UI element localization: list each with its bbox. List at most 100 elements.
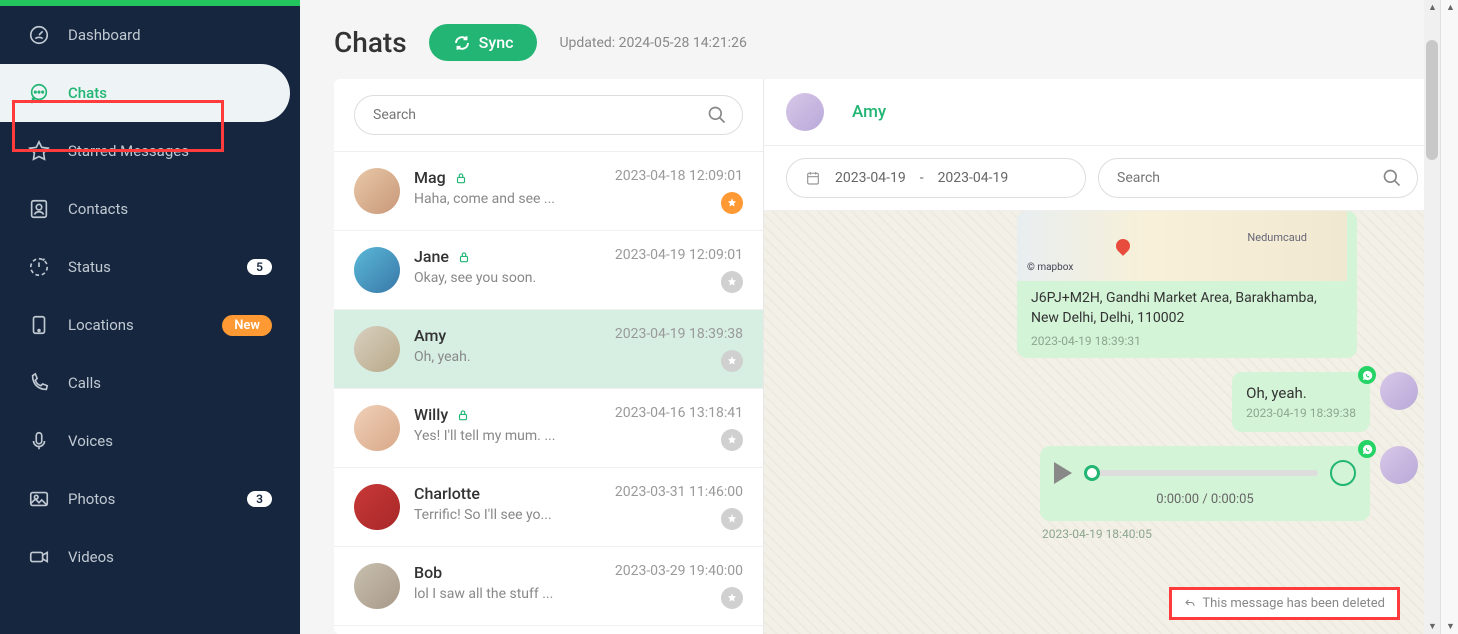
- chat-list[interactable]: Mag Haha, come and see ... 2023-04-18 12:0…: [334, 152, 763, 634]
- chat-item[interactable]: JaneOkay, see you soon.2023-04-19 12:09:…: [334, 231, 763, 310]
- chat-preview: lol I saw all the stuff ...: [414, 586, 584, 602]
- nav-videos[interactable]: Videos: [0, 528, 300, 586]
- nav-label: Dashboard: [68, 26, 141, 44]
- sync-label: Sync: [479, 33, 514, 52]
- nav-voices[interactable]: Voices: [0, 412, 300, 470]
- nav-photos[interactable]: Photos 3: [0, 470, 300, 528]
- audio-duration: 0:00:00 / 0:00:05: [1054, 492, 1356, 507]
- chat-item[interactable]: Willy Yes! I'll tell my mum. ... 2023-04-1…: [334, 389, 763, 468]
- audio-thumb[interactable]: [1084, 465, 1100, 481]
- text-bubble[interactable]: Oh, yeah. 2023-04-19 18:39:38: [1232, 372, 1370, 432]
- message-body: Oh, yeah.: [1246, 384, 1356, 402]
- date-to: 2023-04-19: [938, 170, 1009, 186]
- lock-icon: [456, 408, 470, 422]
- chat-name: Willy: [414, 405, 448, 424]
- chat-preview: Haha, come and see ...: [414, 191, 584, 207]
- nav-status[interactable]: Status 5: [0, 238, 300, 296]
- audio-bubble[interactable]: 0:00:00 / 0:00:05: [1040, 446, 1370, 521]
- chat-item[interactable]: Mag Haha, come and see ... 2023-04-18 12:0…: [334, 152, 763, 231]
- map-attribution: © mapbox: [1027, 262, 1073, 273]
- chat-icon: [28, 82, 50, 104]
- whatsapp-icon: [1358, 440, 1376, 458]
- chat-search-input[interactable]: [354, 95, 743, 135]
- audio-track[interactable]: [1084, 470, 1318, 476]
- chat-name: Bob: [414, 563, 442, 582]
- chat-preview: Oh, yeah.: [414, 349, 584, 365]
- chat-item[interactable]: AmyOh, yeah.2023-04-19 18:39:38: [334, 310, 763, 389]
- chat-name: Charlotte: [414, 484, 480, 503]
- pin-icon[interactable]: [721, 192, 743, 214]
- pin-icon[interactable]: [721, 271, 743, 293]
- location-address: J6PJ+M2H, Gandhi Market Area, Barakhamba…: [1017, 281, 1357, 330]
- chat-detail-panel: Amy 2023-04-19 - 2023-04-19: [764, 79, 1440, 634]
- new-badge: New: [222, 315, 272, 336]
- date-range-picker[interactable]: 2023-04-19 - 2023-04-19: [786, 158, 1086, 198]
- sync-icon: [453, 34, 471, 52]
- nav-label: Photos: [68, 490, 115, 508]
- search-icon: [707, 105, 727, 125]
- nav-starred[interactable]: Starred Messages: [0, 122, 300, 180]
- avatar: [354, 563, 400, 609]
- date-sep: -: [920, 170, 924, 186]
- message-timestamp: 2023-04-19 18:39:38: [1246, 402, 1356, 420]
- message-timestamp: 2023-04-19 18:40:05: [1040, 521, 1370, 541]
- pin-icon[interactable]: [721, 587, 743, 609]
- status-icon: [28, 256, 50, 278]
- star-icon: [28, 140, 50, 162]
- nav-locations[interactable]: Locations New: [0, 296, 300, 354]
- gauge-icon: [28, 24, 50, 46]
- messages-area[interactable]: Nedumcaud © mapbox J6PJ+M2H, Gandhi Mark…: [764, 211, 1440, 634]
- download-button[interactable]: [1330, 460, 1356, 486]
- sync-button[interactable]: Sync: [429, 24, 538, 61]
- detail-contact-name: Amy: [852, 102, 886, 122]
- mic-icon: [28, 430, 50, 452]
- avatar: [1380, 446, 1418, 484]
- main-panel: Chats Sync Updated: 2024-05-28 14:21:26 …: [300, 0, 1458, 634]
- contacts-icon: [28, 198, 50, 220]
- chat-item[interactable]: CharlotteTerrific! So I'll see yo...2023…: [334, 468, 763, 547]
- undo-icon: [1184, 598, 1196, 610]
- chat-preview: Yes! I'll tell my mum. ...: [414, 428, 584, 444]
- pin-icon[interactable]: [721, 508, 743, 530]
- scrollbar-thumb[interactable]: [1426, 40, 1438, 160]
- chat-name: Mag: [414, 168, 446, 187]
- nav-label: Voices: [68, 432, 113, 450]
- outer-scrollbar[interactable]: ▲ ▼: [1440, 0, 1458, 634]
- message-search-input[interactable]: [1098, 158, 1418, 198]
- chat-preview: Okay, see you soon.: [414, 270, 584, 286]
- deleted-message-notice: This message has been deleted: [1169, 587, 1400, 620]
- chat-name: Jane: [414, 247, 449, 266]
- pin-icon[interactable]: [721, 350, 743, 372]
- chat-timestamp: 2023-03-29 19:40:00: [615, 563, 743, 579]
- chat-item[interactable]: Bob lol I saw all the stuff ... 2023-03-29…: [334, 547, 763, 626]
- nav-chats[interactable]: Chats: [0, 64, 290, 122]
- nav-label: Status: [68, 258, 111, 276]
- lock-icon: [457, 250, 471, 264]
- chat-list-panel: Mag Haha, come and see ... 2023-04-18 12:0…: [334, 79, 764, 634]
- location-bubble[interactable]: Nedumcaud © mapbox J6PJ+M2H, Gandhi Mark…: [1017, 211, 1357, 358]
- chat-timestamp: 2023-03-31 11:46:00: [615, 484, 743, 500]
- updated-text: Updated: 2024-05-28 14:21:26: [559, 35, 746, 51]
- chat-timestamp: 2023-04-16 13:18:41: [615, 405, 743, 421]
- video-icon: [28, 546, 50, 568]
- message-location: Nedumcaud © mapbox J6PJ+M2H, Gandhi Mark…: [786, 211, 1418, 358]
- location-icon: [28, 314, 50, 336]
- nav-contacts[interactable]: Contacts: [0, 180, 300, 238]
- nav-label: Contacts: [68, 200, 128, 218]
- nav-calls[interactable]: Calls: [0, 354, 300, 412]
- page-header: Chats Sync Updated: 2024-05-28 14:21:26: [300, 0, 1458, 79]
- chat-timestamp: 2023-04-18 12:09:01: [615, 168, 743, 184]
- avatar: [354, 405, 400, 451]
- avatar: [786, 93, 824, 131]
- content-scrollbar[interactable]: ▲ ▼: [1424, 0, 1440, 634]
- nav-label: Starred Messages: [68, 142, 189, 160]
- avatar: [354, 168, 400, 214]
- play-button[interactable]: [1054, 462, 1072, 484]
- photos-badge: 3: [247, 491, 272, 507]
- deleted-text: This message has been deleted: [1202, 596, 1385, 611]
- message-text: Oh, yeah. 2023-04-19 18:39:38: [786, 372, 1418, 432]
- pin-icon[interactable]: [721, 429, 743, 451]
- page-title: Chats: [334, 26, 407, 59]
- detail-header: Amy: [764, 79, 1440, 146]
- nav-dashboard[interactable]: Dashboard: [0, 6, 300, 64]
